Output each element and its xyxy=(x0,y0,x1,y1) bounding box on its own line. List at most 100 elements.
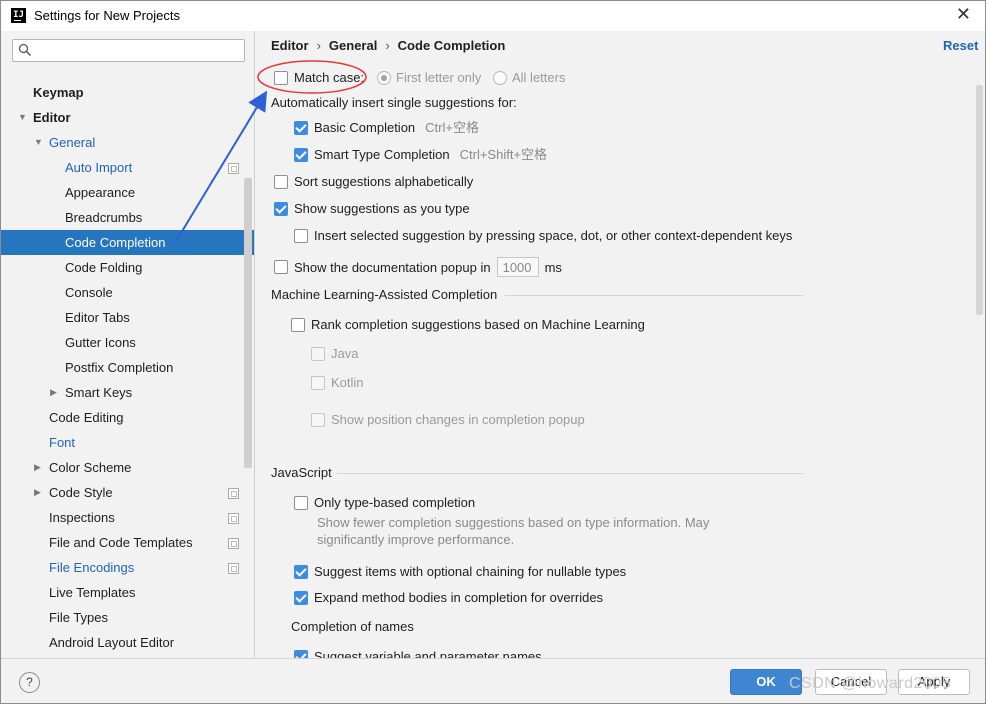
rank-ml-checkbox[interactable] xyxy=(291,318,305,332)
breadcrumb-separator: › xyxy=(385,38,390,53)
reset-link[interactable]: Reset xyxy=(943,38,978,53)
tree-item-font[interactable]: Font xyxy=(1,430,254,455)
tree-item-android-layout-editor[interactable]: Android Layout Editor xyxy=(1,630,254,655)
project-scope-icon xyxy=(228,513,239,524)
smart-type-completion-checkbox[interactable] xyxy=(294,148,308,162)
project-scope-icon xyxy=(228,163,239,174)
tree-item-console[interactable]: Console xyxy=(1,280,254,305)
tree-item-code-completion[interactable]: Code Completion xyxy=(1,230,254,255)
doc-popup-unit: ms xyxy=(544,260,562,275)
tree-item-smart-keys[interactable]: ▶ Smart Keys xyxy=(1,380,254,405)
js-section-header: JavaScript xyxy=(271,463,803,483)
shortcut-hint: Ctrl+Shift+空格 xyxy=(459,147,548,162)
window-title: Settings for New Projects xyxy=(34,8,180,23)
section-divider xyxy=(505,295,803,296)
ml-java-label: Java xyxy=(331,346,359,361)
insert-by-space-checkbox[interactable] xyxy=(294,229,308,243)
tree-item-appearance[interactable]: Appearance xyxy=(1,180,254,205)
tree-item-code-style[interactable]: ▶ Code Style xyxy=(1,480,254,505)
close-icon[interactable]: ✕ xyxy=(956,4,971,25)
title-bar: IJ Settings for New Projects ✕ xyxy=(1,1,985,31)
all-letters-option[interactable]: All letters xyxy=(493,68,565,88)
doc-popup-checkbox[interactable] xyxy=(274,260,288,274)
only-type-based-description: Show fewer completion suggestions based … xyxy=(317,515,710,547)
tree-item-code-editing[interactable]: Code Editing xyxy=(1,405,254,430)
show-as-you-type-label: Show suggestions as you type xyxy=(294,201,470,216)
collapsed-arrow-icon[interactable]: ▶ xyxy=(50,380,57,405)
only-type-based-checkbox[interactable] xyxy=(294,496,308,510)
collapsed-arrow-icon[interactable]: ▶ xyxy=(34,455,41,480)
settings-dialog: IJ Settings for New Projects ✕ Keymap ▼ E… xyxy=(0,0,986,704)
rank-ml-label: Rank completion suggestions based on Mac… xyxy=(311,317,645,332)
tree-item-keymap[interactable]: Keymap xyxy=(1,80,254,105)
radio-button[interactable] xyxy=(493,71,507,85)
smart-type-completion-label: Smart Type Completion xyxy=(314,147,450,162)
match-case-checkbox[interactable] xyxy=(274,71,288,85)
basic-completion-checkbox[interactable] xyxy=(294,121,308,135)
breadcrumb-code-completion: Code Completion xyxy=(397,38,506,53)
show-as-you-type-checkbox[interactable] xyxy=(274,202,288,216)
first-letter-only-option[interactable]: First letter only xyxy=(377,68,481,88)
match-case-label: Match case: xyxy=(294,70,365,85)
search-input[interactable] xyxy=(12,39,245,62)
ml-java-checkbox[interactable] xyxy=(311,347,325,361)
suggest-variable-checkbox[interactable] xyxy=(294,650,308,658)
breadcrumb-separator: › xyxy=(316,38,321,53)
tree-item-auto-import[interactable]: Auto Import xyxy=(1,155,254,180)
expand-method-checkbox[interactable] xyxy=(294,591,308,605)
tree-item-file-types[interactable]: File Types xyxy=(1,605,254,630)
main-scrollbar[interactable] xyxy=(976,85,983,315)
tree-item-editor[interactable]: ▼ Editor xyxy=(1,105,254,130)
sidebar-scrollbar[interactable] xyxy=(244,178,252,468)
settings-sidebar: Keymap ▼ Editor ▼ General Auto Import Appe… xyxy=(1,31,255,658)
tree-item-live-templates[interactable]: Live Templates xyxy=(1,580,254,605)
tree-item-postfix-completion[interactable]: Postfix Completion xyxy=(1,355,254,380)
breadcrumb-editor[interactable]: Editor xyxy=(271,38,309,53)
project-scope-icon xyxy=(228,563,239,574)
tree-item-code-folding[interactable]: Code Folding xyxy=(1,255,254,280)
tree-item-editor-tabs[interactable]: Editor Tabs xyxy=(1,305,254,330)
help-button[interactable]: ? xyxy=(19,672,40,693)
tree-item-general[interactable]: ▼ General xyxy=(1,130,254,155)
project-scope-icon xyxy=(228,488,239,499)
sort-alphabetically-label: Sort suggestions alphabetically xyxy=(294,174,474,189)
ml-section-title: Machine Learning-Assisted Completion xyxy=(271,287,498,302)
optional-chaining-checkbox[interactable] xyxy=(294,565,308,579)
ml-position-changes-checkbox[interactable] xyxy=(311,413,325,427)
intellij-app-icon: IJ xyxy=(11,8,26,23)
ml-position-changes-label: Show position changes in completion popu… xyxy=(331,412,585,427)
tree-item-gutter-icons[interactable]: Gutter Icons xyxy=(1,330,254,355)
basic-completion-label: Basic Completion xyxy=(314,120,416,135)
auto-insert-heading: Automatically insert single suggestions … xyxy=(271,95,517,110)
expand-method-label: Expand method bodies in completion for o… xyxy=(314,590,604,605)
ml-kotlin-checkbox[interactable] xyxy=(311,376,325,390)
section-divider xyxy=(337,473,803,474)
watermark-text: CSDN @howard2005 xyxy=(789,675,952,692)
doc-popup-delay-field[interactable]: 1000 xyxy=(496,257,539,277)
tree-item-file-encodings[interactable]: File Encodings xyxy=(1,555,254,580)
collapsed-arrow-icon[interactable]: ▶ xyxy=(34,480,41,505)
shortcut-hint: Ctrl+空格 xyxy=(425,120,479,135)
breadcrumb: Editor › General › Code Completion xyxy=(271,38,505,53)
doc-popup-label: Show the documentation popup in xyxy=(294,260,491,275)
suggest-variable-label: Suggest variable and parameter names xyxy=(314,649,542,658)
completion-of-names-heading: Completion of names xyxy=(291,619,414,634)
ml-section-header: Machine Learning-Assisted Completion xyxy=(271,285,803,305)
tree-item-color-scheme[interactable]: ▶ Color Scheme xyxy=(1,455,254,480)
only-type-based-label: Only type-based completion xyxy=(314,495,476,510)
ml-kotlin-label: Kotlin xyxy=(331,375,364,390)
expanded-arrow-icon[interactable]: ▼ xyxy=(18,105,27,130)
sort-alphabetically-checkbox[interactable] xyxy=(274,175,288,189)
optional-chaining-label: Suggest items with optional chaining for… xyxy=(314,564,627,579)
tree-item-breadcrumbs[interactable]: Breadcrumbs xyxy=(1,205,254,230)
expanded-arrow-icon[interactable]: ▼ xyxy=(34,130,43,155)
main-panel: Editor › General › Code Completion Reset Mat… xyxy=(255,31,985,658)
tree-item-inspections[interactable]: Inspections xyxy=(1,505,254,530)
insert-by-space-label: Insert selected suggestion by pressing s… xyxy=(314,228,793,243)
project-scope-icon xyxy=(228,538,239,549)
js-section-title: JavaScript xyxy=(271,465,332,480)
search-icon xyxy=(18,43,32,57)
breadcrumb-general[interactable]: General xyxy=(329,38,377,53)
radio-button[interactable] xyxy=(377,71,391,85)
tree-item-file-and-code-templates[interactable]: File and Code Templates xyxy=(1,530,254,555)
